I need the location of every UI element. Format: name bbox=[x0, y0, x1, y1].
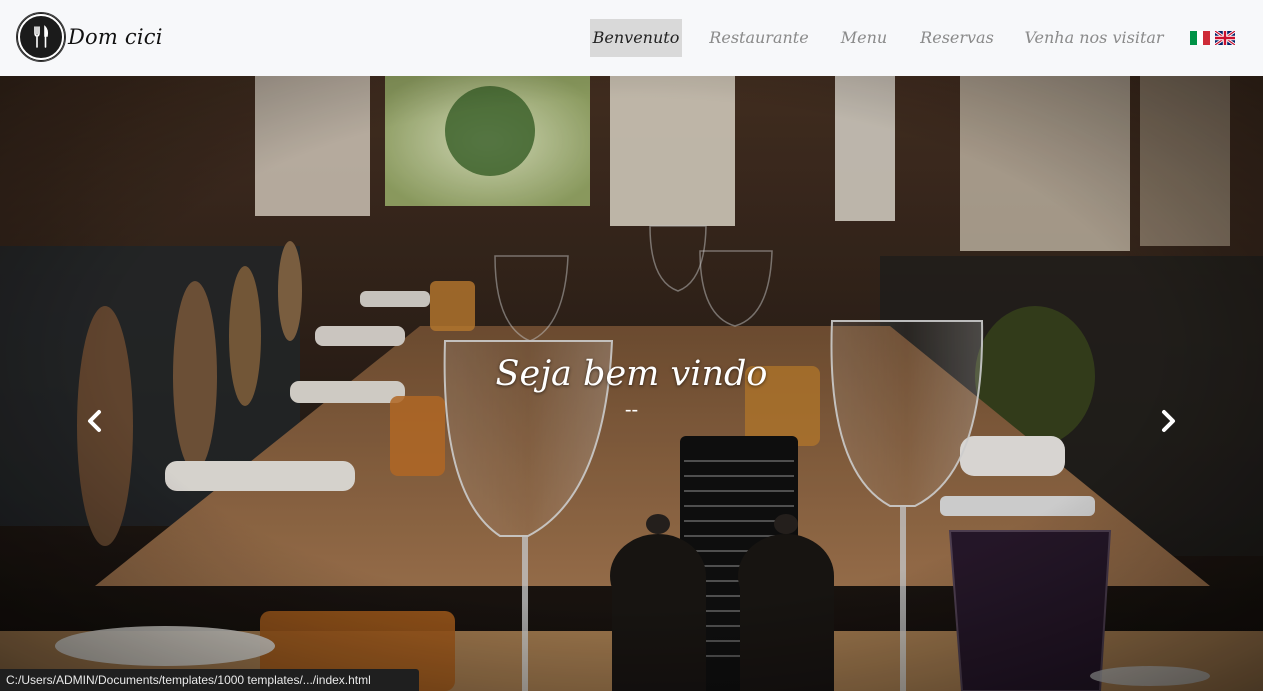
uk-flag-icon[interactable] bbox=[1215, 31, 1235, 45]
nav-item-restaurante[interactable]: Restaurante bbox=[704, 19, 814, 57]
nav-item-menu[interactable]: Menu bbox=[834, 19, 894, 57]
restaurant-logo-icon bbox=[16, 12, 66, 62]
italian-flag-icon[interactable] bbox=[1190, 31, 1210, 45]
nav-item-venha-nos-visitar[interactable]: Venha nos visitar bbox=[1022, 19, 1166, 57]
hero-carousel: Seja bem vindo -- bbox=[0, 76, 1263, 691]
carousel-next-icon[interactable] bbox=[1153, 406, 1183, 436]
hero-title: Seja bem vindo bbox=[495, 354, 768, 394]
nav-item-benvenuto[interactable]: Benvenuto bbox=[590, 19, 682, 57]
browser-status-url: C:/Users/ADMIN/Documents/templates/1000 … bbox=[0, 669, 419, 691]
brand-name: Dom cici bbox=[68, 25, 163, 49]
nav-item-reservas[interactable]: Reservas bbox=[914, 19, 1000, 57]
brand-link[interactable]: Dom cici bbox=[16, 12, 163, 62]
hero-subtitle: -- bbox=[624, 399, 639, 421]
top-navbar: Dom cici Benvenuto Restaurante Menu Rese… bbox=[0, 0, 1263, 76]
carousel-prev-icon[interactable] bbox=[80, 406, 110, 436]
